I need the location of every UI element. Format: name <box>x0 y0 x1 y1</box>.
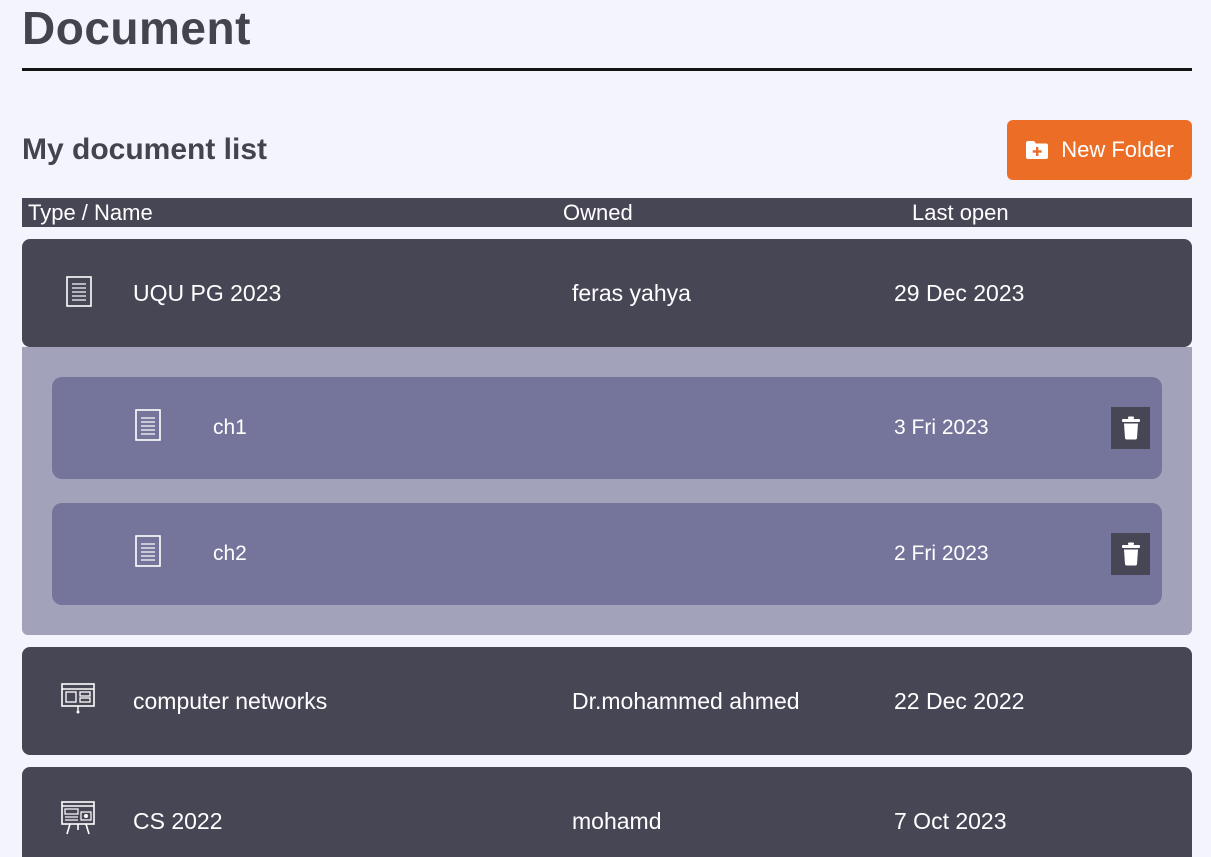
list-item-last-open: 3 Fri 2023 <box>894 416 989 439</box>
document-icon <box>66 276 92 313</box>
list-item-last-open: 2 Fri 2023 <box>894 542 989 565</box>
presentation-board-icon <box>60 800 96 842</box>
table-row[interactable]: UQU PG 2023 feras yahya 29 Dec 2023 <box>22 239 1192 347</box>
document-icon <box>135 535 161 573</box>
table-row[interactable]: CS 2022 mohamd 7 Oct 2023 <box>22 767 1192 857</box>
row-owner: feras yahya <box>572 280 691 306</box>
expanded-folder-panel: ch1 3 Fri 2023 ch2 2 Fri 2023 <box>22 347 1192 635</box>
new-folder-label: New Folder <box>1061 137 1174 162</box>
table-row[interactable]: computer networks Dr.mohammed ahmed 22 D… <box>22 647 1192 755</box>
row-name[interactable]: UQU PG 2023 <box>133 278 281 308</box>
section-title: My document list <box>22 133 268 166</box>
row-last-open: 29 Dec 2023 <box>894 280 1025 306</box>
document-page: Document My document list New Folder Typ… <box>0 0 1211 857</box>
table-header: Type / Name Owned Last open <box>22 198 1192 227</box>
list-item[interactable]: ch2 2 Fri 2023 <box>52 503 1162 605</box>
page-title: Document <box>22 2 251 54</box>
folder-plus-icon <box>1025 140 1049 160</box>
document-icon <box>135 409 161 447</box>
column-header-last-open: Last open <box>912 200 1009 225</box>
column-header-owner: Owned <box>563 200 633 225</box>
delete-button[interactable] <box>1111 407 1150 449</box>
presentation-icon <box>60 682 96 720</box>
list-item-name[interactable]: ch1 <box>213 414 247 442</box>
list-item[interactable]: ch1 3 Fri 2023 <box>52 377 1162 479</box>
row-name[interactable]: computer networks <box>133 686 327 716</box>
trash-icon <box>1121 542 1140 566</box>
list-item-name[interactable]: ch2 <box>213 540 247 568</box>
title-divider <box>22 68 1192 71</box>
row-owner: Dr.mohammed ahmed <box>572 688 800 714</box>
row-last-open: 22 Dec 2022 <box>894 688 1025 714</box>
row-name[interactable]: CS 2022 <box>133 806 223 836</box>
row-owner: mohamd <box>572 808 662 834</box>
row-last-open: 7 Oct 2023 <box>894 808 1007 834</box>
delete-button[interactable] <box>1111 533 1150 575</box>
trash-icon <box>1121 416 1140 440</box>
column-header-name: Type / Name <box>28 200 153 225</box>
new-folder-button[interactable]: New Folder <box>1007 120 1192 180</box>
